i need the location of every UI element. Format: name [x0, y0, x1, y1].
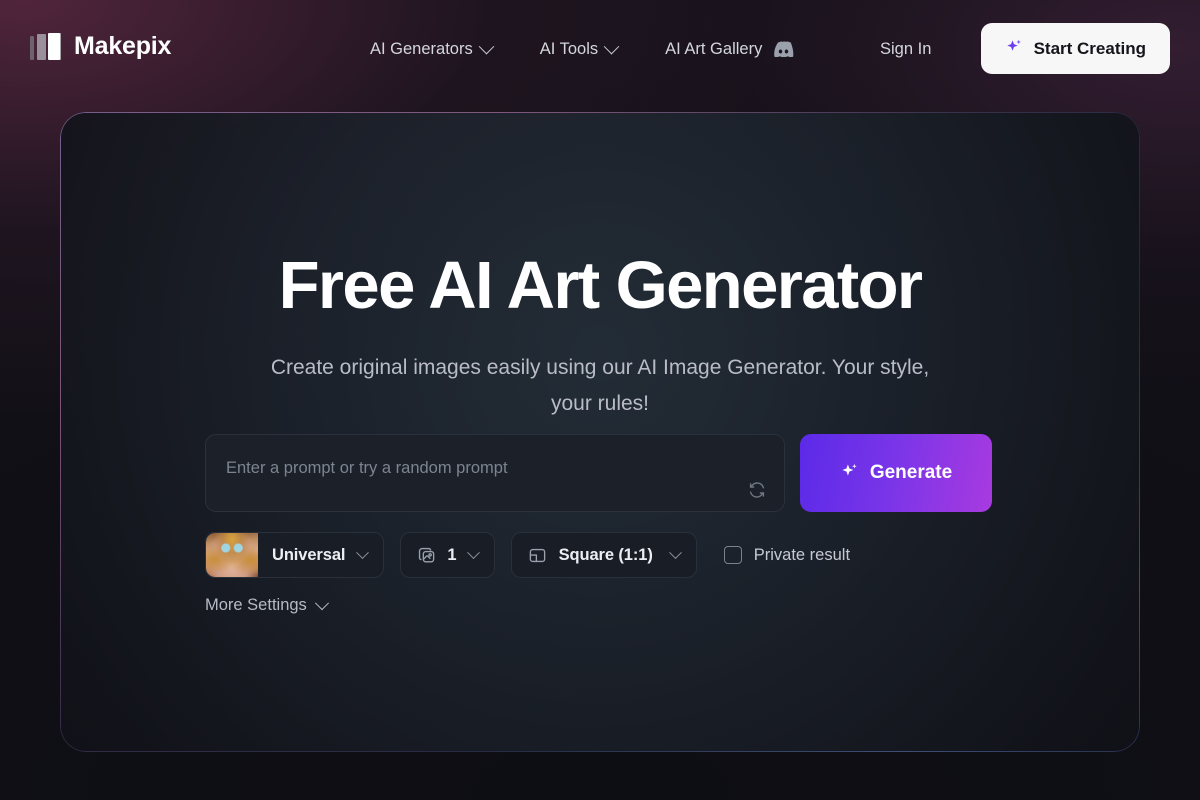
- prompt-input[interactable]: [226, 455, 746, 481]
- hero-content: Free AI Art Generator Create original im…: [60, 112, 1140, 752]
- hero-card: Free AI Art Generator Create original im…: [60, 112, 1140, 752]
- image-count-selector[interactable]: 1: [400, 532, 495, 578]
- chevron-down-icon: [356, 545, 370, 559]
- start-creating-button[interactable]: Start Creating: [980, 23, 1170, 74]
- nav-ai-art-gallery-label: AI Art Gallery: [665, 39, 763, 58]
- image-count-value: 1: [447, 545, 457, 564]
- prompt-row: Generate: [205, 434, 995, 512]
- nav-ai-tools[interactable]: AI Tools: [539, 30, 620, 69]
- sparkle-icon: [1005, 38, 1023, 60]
- aspect-ratio-label: Square (1:1): [558, 545, 653, 564]
- bars-logo-icon: [30, 32, 61, 60]
- chevron-down-icon: [314, 595, 329, 610]
- sign-in-wrapper: Sign In: [880, 0, 931, 98]
- nav-sign-in-label: Sign In: [880, 39, 932, 58]
- brand-name: Makepix: [74, 32, 172, 60]
- more-settings-toggle[interactable]: More Settings: [205, 595, 329, 615]
- sparkle-icon: [840, 462, 859, 484]
- chevron-down-icon: [668, 545, 682, 559]
- brand-logo[interactable]: Makepix: [30, 32, 171, 61]
- discord-icon: [773, 41, 794, 59]
- primary-nav: AI Generators AI Tools AI Art Gallery: [370, 0, 836, 98]
- page-title: Free AI Art Generator: [278, 248, 923, 323]
- style-preview-thumbnail: [206, 533, 258, 577]
- page-root: Makepix AI Generators AI Tools AI Art Ga…: [0, 0, 1200, 800]
- prompt-box[interactable]: [205, 434, 785, 512]
- start-creating-label: Start Creating: [1033, 38, 1146, 58]
- nav-ai-generators-label: AI Generators: [370, 39, 473, 58]
- refresh-random-icon[interactable]: [748, 481, 766, 499]
- generate-label: Generate: [869, 462, 953, 483]
- generate-button[interactable]: Generate: [800, 434, 992, 512]
- controls-row: Universal 1 Square (1:1) Private result: [205, 532, 850, 578]
- private-result-label: Private result: [753, 545, 851, 564]
- site-header: Makepix AI Generators AI Tools AI Art Ga…: [0, 0, 1200, 98]
- images-stack-icon: [417, 546, 436, 565]
- more-settings-label: More Settings: [205, 596, 307, 614]
- page-subtitle: Create original images easily using our …: [270, 356, 930, 416]
- style-selector[interactable]: Universal: [205, 532, 385, 578]
- chevron-down-icon: [478, 38, 494, 54]
- style-label: Universal: [272, 545, 346, 564]
- chevron-down-icon: [603, 38, 620, 54]
- nav-ai-tools-label: AI Tools: [539, 39, 599, 58]
- aspect-ratio-selector[interactable]: Square (1:1): [510, 532, 697, 578]
- nav-ai-art-gallery[interactable]: AI Art Gallery: [665, 30, 794, 69]
- nav-sign-in[interactable]: Sign In: [880, 30, 931, 69]
- private-result-checkbox[interactable]: [723, 546, 742, 564]
- nav-ai-generators[interactable]: AI Generators: [370, 30, 494, 69]
- aspect-ratio-icon: [528, 546, 547, 565]
- chevron-down-icon: [466, 545, 480, 559]
- private-result-toggle[interactable]: Private result: [723, 545, 851, 565]
